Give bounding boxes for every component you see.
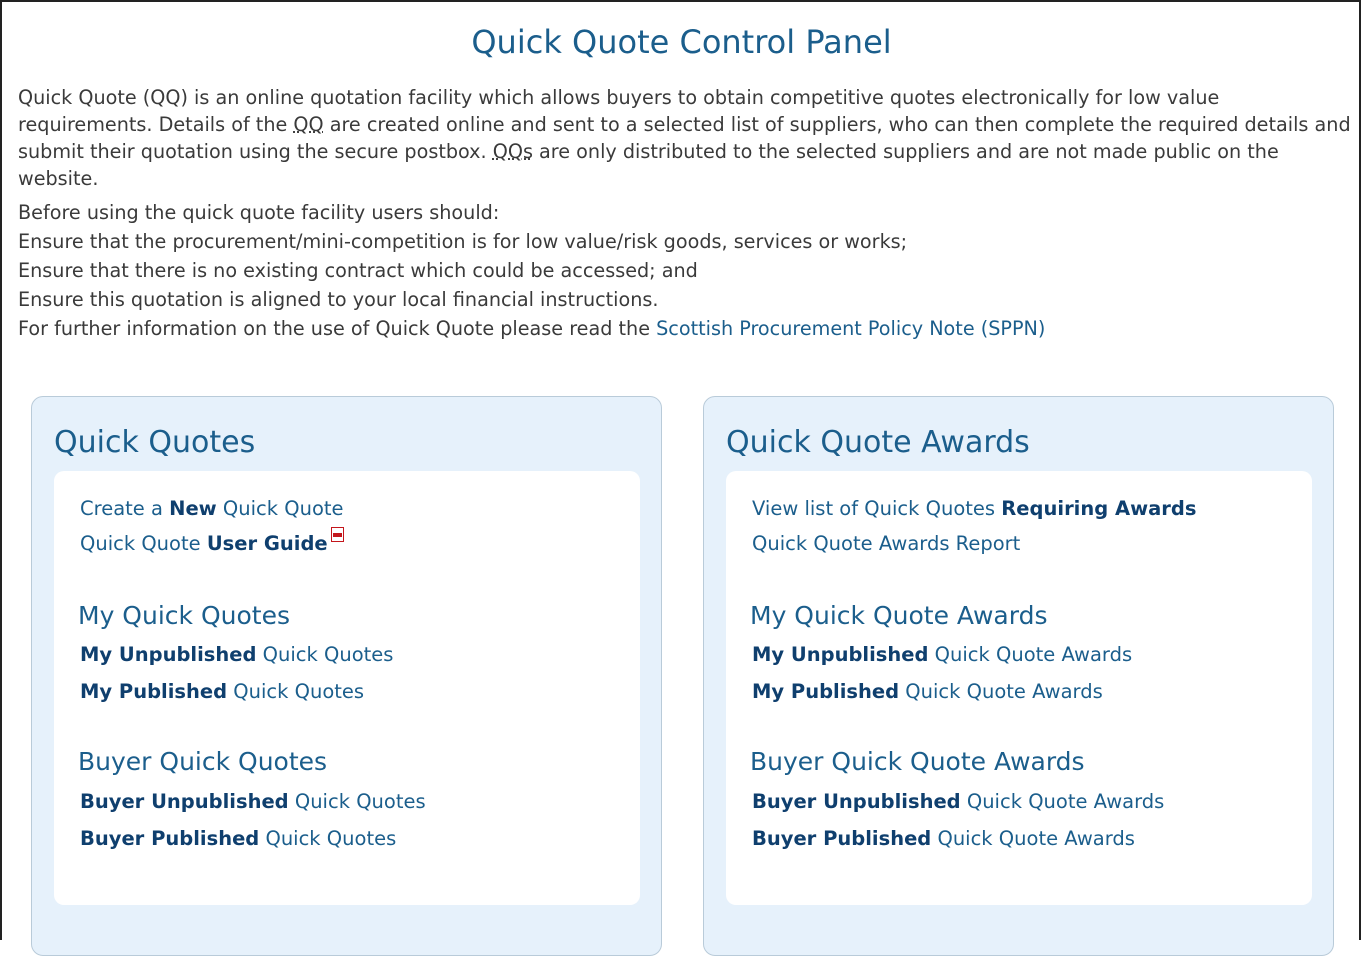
my-quick-quotes-heading: My Quick Quotes — [78, 601, 290, 630]
link-bold-text: My Unpublished — [80, 643, 257, 666]
my-published-awards-link[interactable]: My Published Quick Quote Awards — [752, 680, 1103, 703]
link-text: Quick Quotes — [227, 680, 365, 703]
user-guide-link[interactable]: Quick Quote User Guide — [80, 527, 344, 555]
link-text: Quick Quote Awards — [931, 827, 1135, 850]
link-text: Quick Quotes — [259, 827, 397, 850]
create-new-quick-quote-link[interactable]: Create a New Quick Quote — [80, 497, 344, 520]
buyer-quick-quote-awards-heading: Buyer Quick Quote Awards — [750, 747, 1085, 776]
quick-quote-awards-panel: Quick Quote Awards View list of Quick Qu… — [703, 396, 1334, 956]
sppn-link[interactable]: Scottish Procurement Policy Note (SPPN) — [656, 317, 1045, 340]
my-quick-quote-awards-heading: My Quick Quote Awards — [750, 601, 1048, 630]
qq-abbreviation: QQ — [293, 113, 324, 136]
pdf-icon — [330, 527, 344, 542]
intro-text: Quick Quote (QQ) is an online quotation … — [18, 84, 1358, 343]
link-text: Quick Quote Awards — [899, 680, 1103, 703]
intro-line: Ensure that the procurement/mini-competi… — [18, 230, 908, 253]
intro-line: For further information on the use of Qu… — [18, 314, 1358, 343]
my-unpublished-awards-link[interactable]: My Unpublished Quick Quote Awards — [752, 643, 1132, 666]
link-bold-text: Buyer Unpublished — [752, 790, 961, 813]
buyer-published-quick-quotes-link[interactable]: Buyer Published Quick Quotes — [80, 827, 396, 850]
quick-quotes-panel: Quick Quotes Create a New Quick Quote Qu… — [31, 396, 662, 956]
buyer-quick-quotes-heading: Buyer Quick Quotes — [78, 747, 328, 776]
awards-report-link[interactable]: Quick Quote Awards Report — [752, 532, 1020, 555]
link-bold-text: My Published — [80, 680, 228, 703]
quick-quote-awards-links: View list of Quick Quotes Requiring Awar… — [726, 471, 1312, 905]
link-bold-text: Buyer Published — [752, 827, 932, 850]
page-title: Quick Quote Control Panel — [471, 23, 892, 61]
intro-line: Before using the quick quote facility us… — [18, 201, 500, 224]
link-text: Quick Quote Awards — [960, 790, 1165, 813]
buyer-published-awards-link[interactable]: Buyer Published Quick Quote Awards — [752, 827, 1135, 850]
quick-quotes-heading: Quick Quotes — [54, 425, 256, 460]
intro-line: Ensure this quotation is aligned to your… — [18, 288, 659, 311]
intro-paragraph: Quick Quote (QQ) is an online quotation … — [18, 84, 1358, 192]
link-bold-text: New — [169, 497, 217, 520]
link-bold-text: My Unpublished — [752, 643, 929, 666]
link-bold-text: Buyer Published — [80, 827, 260, 850]
sppn-prefix: For further information on the use of Qu… — [18, 317, 657, 340]
link-text: View list of Quick Quotes — [752, 497, 1002, 520]
my-published-quick-quotes-link[interactable]: My Published Quick Quotes — [80, 680, 364, 703]
link-text: Quick Quotes — [288, 790, 426, 813]
buyer-unpublished-awards-link[interactable]: Buyer Unpublished Quick Quote Awards — [752, 790, 1164, 813]
link-bold-text: Buyer Unpublished — [80, 790, 289, 813]
quick-quote-awards-heading: Quick Quote Awards — [726, 425, 1030, 460]
requiring-awards-link[interactable]: View list of Quick Quotes Requiring Awar… — [752, 497, 1196, 520]
qqs-abbreviation: QQs — [492, 140, 533, 163]
my-unpublished-quick-quotes-link[interactable]: My Unpublished Quick Quotes — [80, 643, 393, 666]
buyer-unpublished-quick-quotes-link[interactable]: Buyer Unpublished Quick Quotes — [80, 790, 426, 813]
link-bold-text: My Published — [752, 680, 900, 703]
link-text: Quick Quotes — [256, 643, 394, 666]
quick-quotes-links: Create a New Quick Quote Quick Quote Use… — [54, 471, 640, 905]
link-text: Quick Quote Awards — [928, 643, 1133, 666]
link-bold-text: Requiring Awards — [1001, 497, 1197, 520]
link-text: Create a — [80, 497, 170, 520]
intro-line: Ensure that there is no existing contrac… — [18, 259, 698, 282]
link-text: Quick Quote — [216, 497, 344, 520]
link-text: Quick Quote — [80, 532, 207, 555]
link-bold-text: User Guide — [206, 532, 328, 555]
